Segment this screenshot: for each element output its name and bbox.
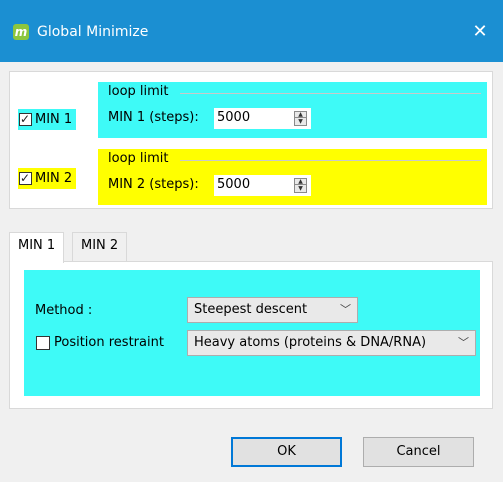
min2-spin-buttons[interactable]: ▲ ▼	[294, 178, 307, 193]
cancel-button[interactable]: Cancel	[363, 437, 474, 467]
title-bar: m Global Minimize ✕	[0, 0, 503, 62]
min-settings-group: MIN 1 loop limit MIN 1 (steps): 5000 ▲ ▼…	[9, 71, 493, 209]
min1-loop-limit-box: loop limit MIN 1 (steps): 5000 ▲ ▼	[98, 82, 487, 138]
min1-spin-buttons[interactable]: ▲ ▼	[294, 111, 307, 126]
tab-min1[interactable]: MIN 1	[9, 232, 65, 263]
method-label: Method :	[35, 303, 93, 318]
min1-steps-spinbox[interactable]: 5000 ▲ ▼	[214, 108, 311, 129]
chevron-down-icon[interactable]: ﹀	[458, 331, 469, 355]
min2-loop-limit-title: loop limit	[108, 151, 169, 166]
group-divider	[180, 160, 481, 161]
chevron-down-icon[interactable]: ﹀	[340, 298, 351, 322]
min2-check-icon[interactable]	[19, 169, 32, 187]
close-button[interactable]: ✕	[457, 12, 503, 52]
method-select[interactable]: Steepest descent ﹀	[187, 297, 358, 323]
min1-steps-label: MIN 1 (steps):	[108, 110, 199, 125]
window-title: Global Minimize	[37, 24, 149, 40]
restraint-select[interactable]: Heavy atoms (proteins & DNA/RNA) ﹀	[187, 330, 476, 356]
min1-loop-limit-title: loop limit	[108, 84, 169, 99]
position-restraint-checkbox[interactable]: Position restraint	[36, 335, 164, 350]
ok-button[interactable]: OK	[231, 437, 342, 467]
min2-steps-value[interactable]: 5000	[217, 177, 250, 192]
min2-checkbox-label: MIN 2	[35, 171, 73, 186]
min2-checkbox[interactable]: MIN 2	[18, 168, 77, 189]
group-divider	[180, 93, 481, 94]
min2-loop-limit-box: loop limit MIN 2 (steps): 5000 ▲ ▼	[98, 149, 487, 205]
method-select-value: Steepest descent	[194, 302, 308, 317]
dialog-body: MIN 1 loop limit MIN 1 (steps): 5000 ▲ ▼…	[0, 62, 503, 482]
tab-strip: MIN 1 MIN 2	[9, 232, 493, 263]
min1-steps-value[interactable]: 5000	[217, 110, 250, 125]
min1-checkbox[interactable]: MIN 1	[18, 109, 77, 130]
spin-down-icon[interactable]: ▼	[295, 119, 306, 125]
tab-min2[interactable]: MIN 2	[72, 232, 128, 262]
position-restraint-check-icon[interactable]	[36, 335, 50, 350]
spin-down-icon[interactable]: ▼	[295, 186, 306, 192]
min1-checkbox-label: MIN 1	[35, 112, 73, 127]
min1-check-icon[interactable]	[19, 110, 32, 128]
min2-steps-spinbox[interactable]: 5000 ▲ ▼	[214, 175, 311, 196]
position-restraint-label: Position restraint	[54, 335, 164, 350]
restraint-select-value: Heavy atoms (proteins & DNA/RNA)	[194, 335, 427, 350]
app-icon: m	[13, 24, 29, 40]
min1-options-panel: Method : Steepest descent ﹀ Position res…	[24, 270, 480, 396]
min2-steps-label: MIN 2 (steps):	[108, 177, 199, 192]
tab-panel-min1: Method : Steepest descent ﹀ Position res…	[9, 261, 493, 409]
